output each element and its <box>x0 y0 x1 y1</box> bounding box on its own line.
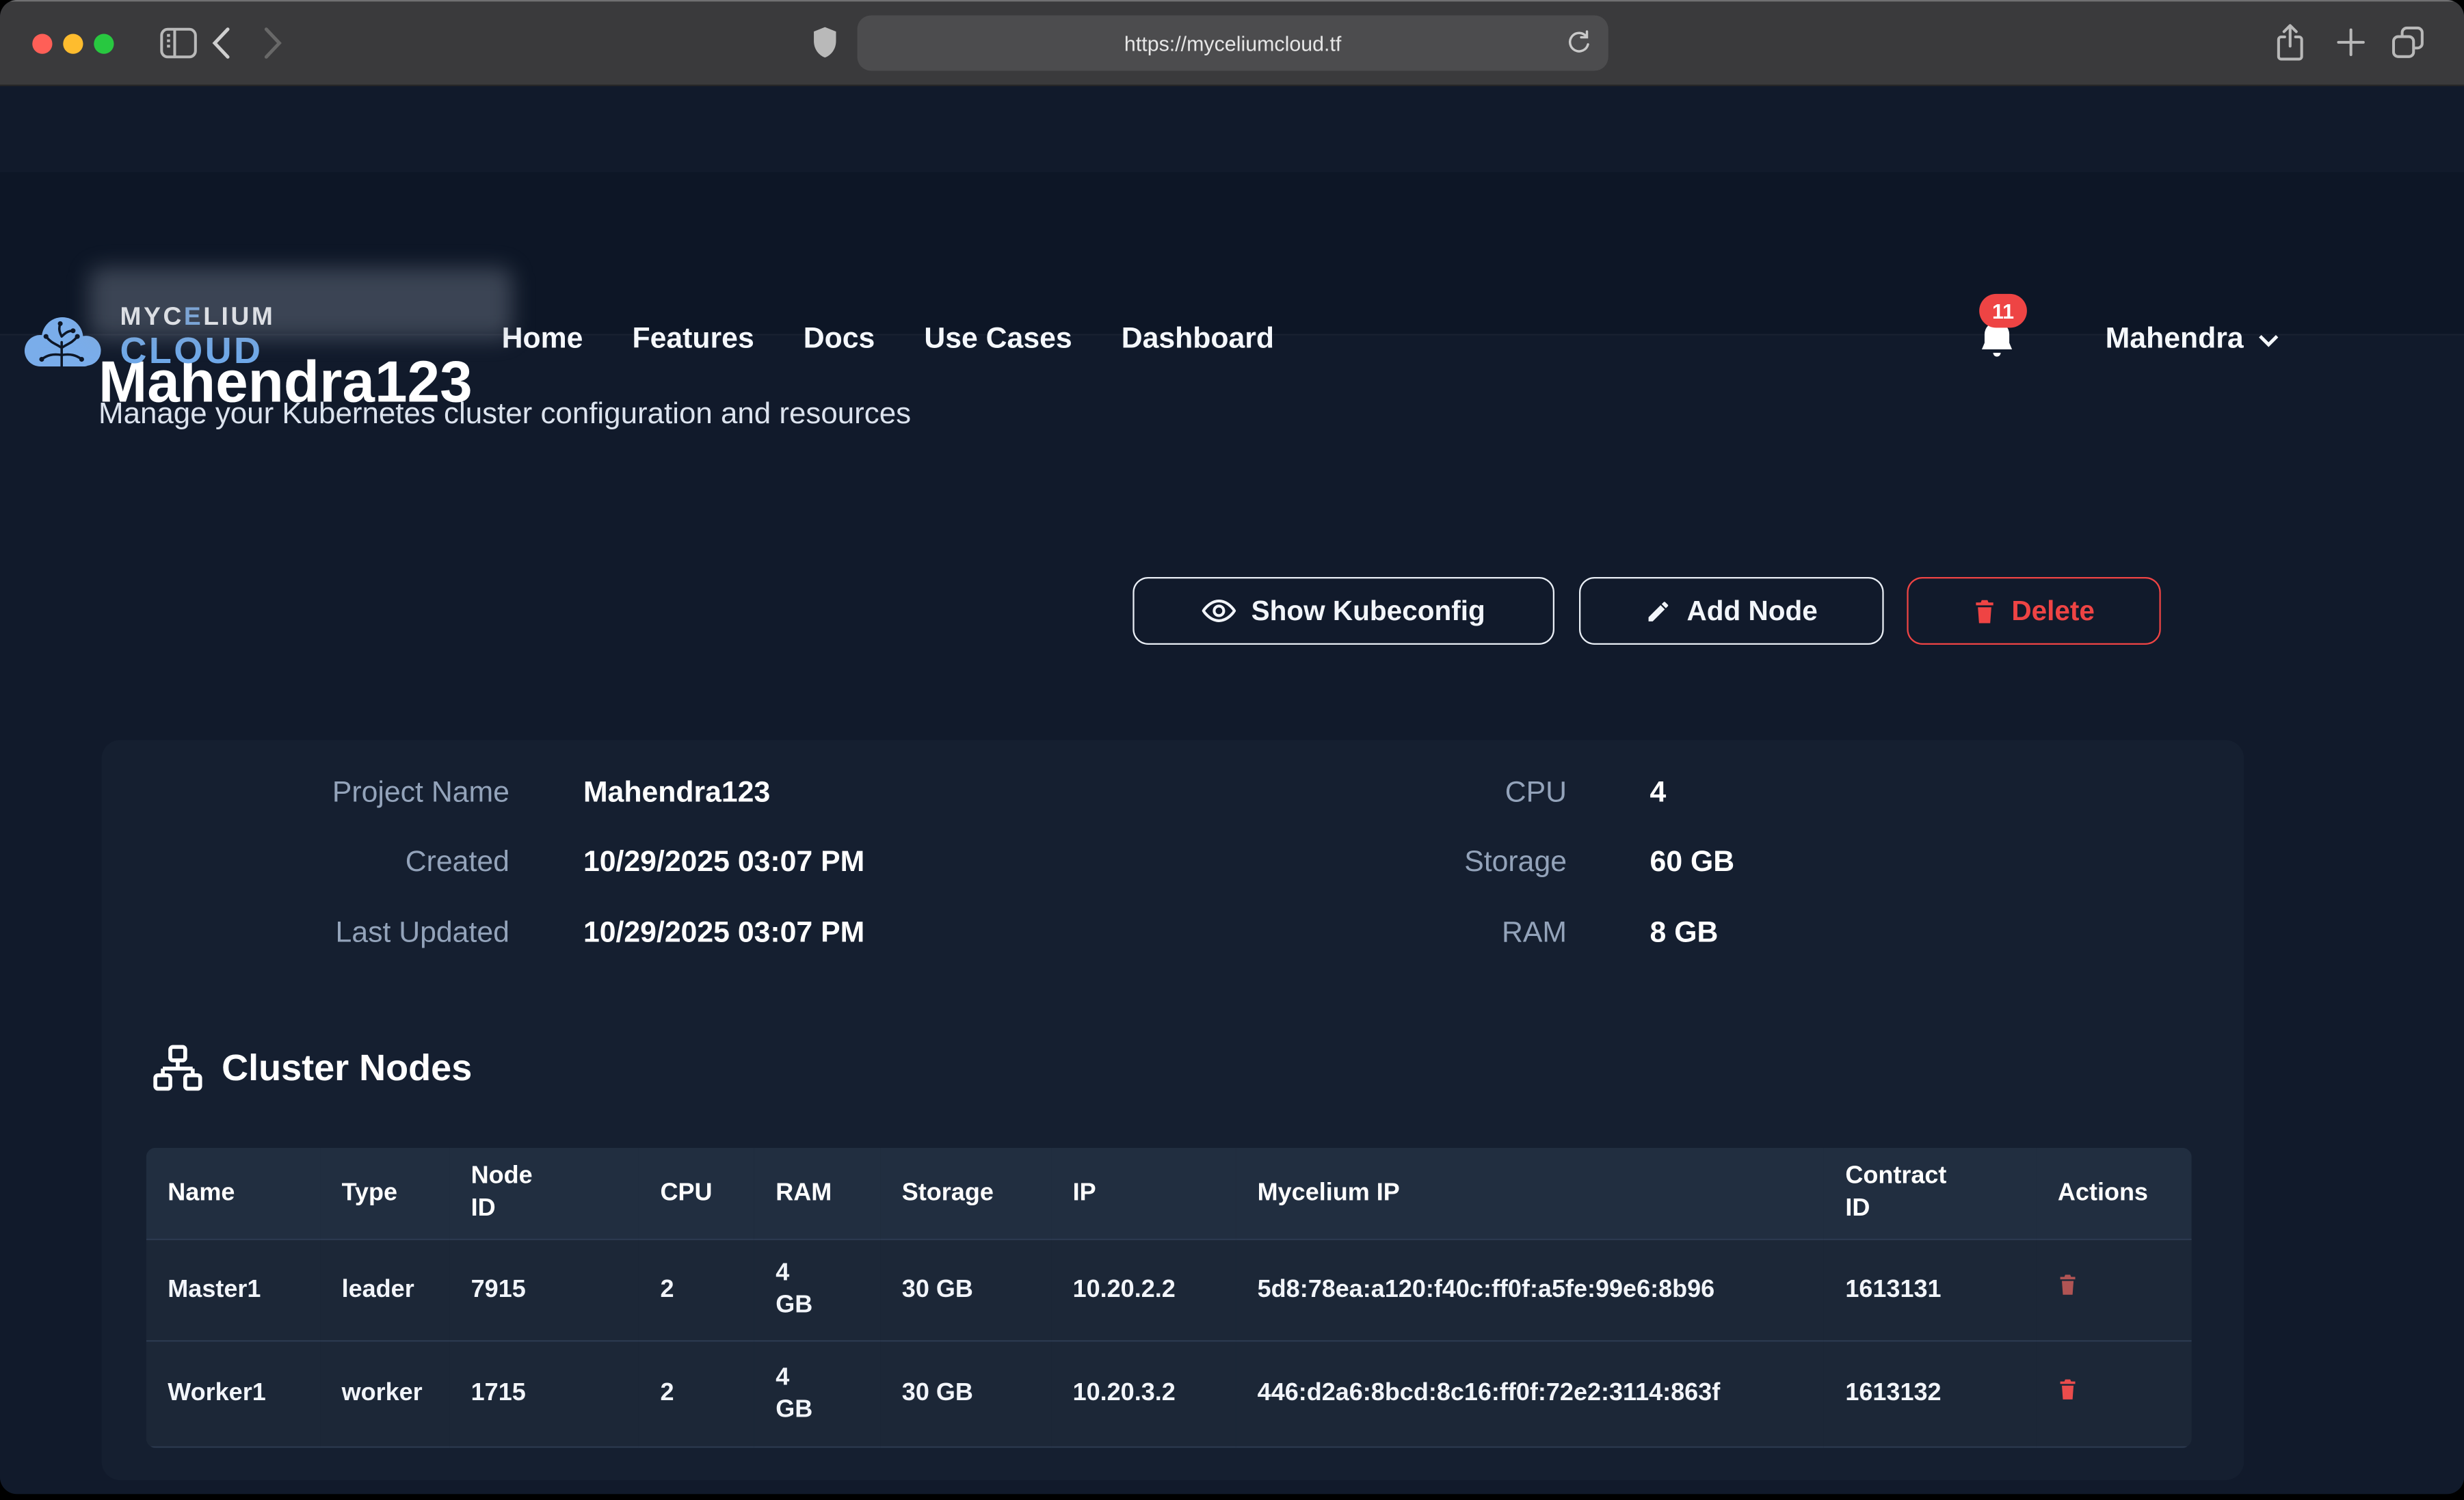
share-icon[interactable] <box>2275 23 2305 64</box>
nav-item-docs[interactable]: Docs <box>804 323 875 358</box>
info-label: Storage <box>1190 846 1567 881</box>
cell-contract-id: 1613131 <box>1824 1239 2037 1341</box>
cell-name: Master1 <box>146 1239 320 1341</box>
nav-links: Home Features Docs Use Cases Dashboard <box>502 258 1274 422</box>
info-label: Project Name <box>133 777 509 811</box>
cell-contract-id: 1613132 <box>1824 1340 2037 1446</box>
cell-node-id: 1715 <box>449 1340 639 1446</box>
cell-cpu: 2 <box>639 1239 754 1341</box>
info-value: 10/29/2025 03:07 PM <box>583 846 1167 881</box>
back-button[interactable] <box>211 26 230 60</box>
pencil-icon <box>1645 598 1671 624</box>
notifications-button[interactable]: 11 <box>1976 319 2038 380</box>
sidebar-toggle-button[interactable] <box>160 28 197 59</box>
address-bar[interactable]: https://myceliumcloud.tf <box>858 16 1608 71</box>
info-label: Last Updated <box>133 917 509 951</box>
cluster-nodes-title: Cluster Nodes <box>222 1047 472 1090</box>
table-row: Worker1 worker 1715 2 4 GB 30 GB 10.20.3… <box>146 1340 2192 1446</box>
forward-button[interactable] <box>263 26 283 60</box>
cell-ram: 4 GB <box>754 1340 881 1446</box>
window-zoom-button[interactable] <box>93 33 113 53</box>
delete-cluster-button[interactable]: Delete <box>1907 577 2160 645</box>
cell-type: leader <box>320 1239 449 1341</box>
network-nodes-icon <box>153 1043 203 1094</box>
url-text: https://myceliumcloud.tf <box>1124 31 1341 55</box>
table-header-row: Name Type Node ID CPU RAM Storage IP Myc… <box>146 1148 2192 1239</box>
tabs-overview-icon[interactable] <box>2392 26 2424 58</box>
cell-storage: 30 GB <box>880 1340 1051 1446</box>
cluster-info-left: Project Name Mahendra123 Created 10/29/2… <box>133 758 1167 968</box>
reload-button[interactable] <box>1565 29 1591 58</box>
delete-label: Delete <box>2011 595 2095 627</box>
cell-storage: 30 GB <box>880 1239 1051 1341</box>
nodes-table: Name Type Node ID CPU RAM Storage IP Myc… <box>146 1148 2192 1447</box>
info-value: 4 <box>1650 777 2158 811</box>
info-value: 8 GB <box>1650 917 2158 951</box>
shield-icon[interactable] <box>811 25 839 60</box>
col-cpu: CPU <box>639 1148 754 1239</box>
cell-mycelium-ip: 5d8:78ea:a120:f40c:ff0f:a5fe:99e6:8b96 <box>1236 1239 1824 1341</box>
show-kubeconfig-button[interactable]: Show Kubeconfig <box>1132 577 1554 645</box>
table-row: Master1 leader 7915 2 4 GB 30 GB 10.20.2… <box>146 1239 2192 1341</box>
redaction-blur <box>90 268 513 339</box>
notification-badge: 11 <box>1979 294 2027 328</box>
col-mycelium-ip: Mycelium IP <box>1236 1148 1824 1239</box>
cell-node-id: 7915 <box>449 1239 639 1341</box>
cell-ram: 4 GB <box>754 1239 881 1341</box>
nav-item-features[interactable]: Features <box>632 323 754 358</box>
cell-ip: 10.20.3.2 <box>1051 1340 1236 1446</box>
cell-name: Worker1 <box>146 1340 320 1446</box>
window-minimize-button[interactable] <box>62 33 82 53</box>
trash-icon <box>1973 598 1996 624</box>
browser-toolbar: https://myceliumcloud.tf <box>0 0 2464 86</box>
col-name: Name <box>146 1148 320 1239</box>
cell-type: worker <box>320 1340 449 1446</box>
nav-item-use-cases[interactable]: Use Cases <box>924 323 1072 358</box>
add-node-button[interactable]: Add Node <box>1579 577 1884 645</box>
cell-cpu: 2 <box>639 1340 754 1446</box>
nav-item-dashboard[interactable]: Dashboard <box>1122 323 1274 358</box>
window-close-button[interactable] <box>31 33 51 53</box>
cluster-nodes-header: Cluster Nodes <box>153 1043 472 1094</box>
trash-icon <box>2058 1376 2078 1401</box>
add-node-label: Add Node <box>1687 595 1818 627</box>
chevron-down-icon <box>2257 333 2279 347</box>
info-value: 10/29/2025 03:07 PM <box>583 917 1167 951</box>
info-value: Mahendra123 <box>583 777 1167 811</box>
col-type: Type <box>320 1148 449 1239</box>
browser-window: Mahendra123 Manage your Kubernetes clust… <box>0 0 2464 1494</box>
show-kubeconfig-label: Show Kubeconfig <box>1251 595 1485 627</box>
delete-node-button[interactable] <box>2058 1376 2078 1401</box>
user-name: Mahendra <box>2106 323 2244 358</box>
eye-icon <box>1202 598 1236 623</box>
delete-node-button[interactable] <box>2058 1272 2078 1297</box>
col-ram: RAM <box>754 1148 881 1239</box>
cell-actions <box>2036 1340 2191 1446</box>
col-node-id: Node ID <box>449 1148 639 1239</box>
web-content: Mahendra123 Manage your Kubernetes clust… <box>0 86 2464 1494</box>
col-storage: Storage <box>880 1148 1051 1239</box>
cluster-info-right: CPU 4 Storage 60 GB RAM 8 GB <box>1190 758 2158 968</box>
cell-actions <box>2036 1239 2191 1341</box>
cluster-actions: Show Kubeconfig Add Node <box>0 577 2161 645</box>
cell-mycelium-ip: 446:d2a6:8bcd:8c16:ff0f:72e2:3114:863f <box>1236 1340 1824 1446</box>
info-label: CPU <box>1190 777 1567 811</box>
user-menu[interactable]: Mahendra <box>2106 258 2279 422</box>
new-tab-icon[interactable] <box>2336 28 2366 57</box>
info-label: Created <box>133 846 509 881</box>
col-contract-id: Contract ID <box>1824 1148 2037 1239</box>
info-label: RAM <box>1190 917 1567 951</box>
screen: Mahendra123 Manage your Kubernetes clust… <box>0 0 2464 1500</box>
info-value: 60 GB <box>1650 846 2158 881</box>
cell-ip: 10.20.2.2 <box>1051 1239 1236 1341</box>
nav-item-home[interactable]: Home <box>502 323 583 358</box>
trash-icon <box>2058 1272 2078 1297</box>
col-actions: Actions <box>2036 1148 2191 1239</box>
col-ip: IP <box>1051 1148 1236 1239</box>
